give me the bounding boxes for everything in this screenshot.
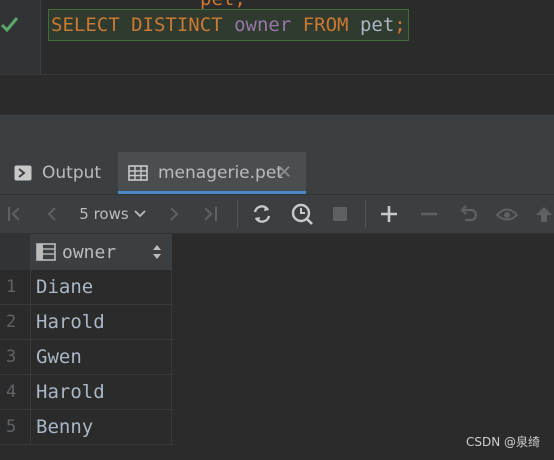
keyword-select: SELECT xyxy=(51,14,120,36)
table-row[interactable]: 1 Diane xyxy=(0,270,173,305)
sql-editor[interactable]: pet; SELECT DISTINCT owner FROM pet; xyxy=(0,0,554,74)
rows-count-label: 5 rows xyxy=(79,205,129,223)
tab-output-label: Output xyxy=(42,163,102,183)
chevron-down-icon xyxy=(134,210,146,218)
toolbar-separator xyxy=(237,200,238,228)
services-panel-header xyxy=(0,114,554,153)
table-row[interactable]: 3 Gwen xyxy=(0,340,173,375)
owner-cell[interactable]: Diane xyxy=(30,270,172,304)
next-page-icon[interactable] xyxy=(164,195,184,233)
preview-icon[interactable] xyxy=(494,195,522,233)
delete-row-icon[interactable] xyxy=(418,195,440,233)
close-tab-icon[interactable]: ✕ xyxy=(277,162,292,183)
keyword-from: FROM xyxy=(302,14,349,36)
semicolon: ; xyxy=(394,14,406,36)
submit-icon[interactable] xyxy=(534,195,554,233)
table-row[interactable]: 4 Harold xyxy=(0,375,173,410)
prev-page-icon[interactable] xyxy=(42,195,62,233)
row-number: 1 xyxy=(6,277,17,297)
owner-cell[interactable]: Harold xyxy=(30,305,172,339)
check-icon xyxy=(0,17,19,33)
editor-gutter xyxy=(0,0,41,74)
table-row[interactable]: 5 Benny xyxy=(0,410,173,445)
toolbar-separator xyxy=(365,200,366,228)
console-icon xyxy=(14,165,32,181)
revert-icon[interactable] xyxy=(456,195,480,233)
reload-icon[interactable] xyxy=(250,195,274,233)
keyword-distinct: DISTINCT xyxy=(131,14,223,36)
page-size-dropdown[interactable]: 5 rows xyxy=(72,195,154,233)
column-identifier: owner xyxy=(234,14,292,36)
table-row[interactable]: 2 Harold xyxy=(0,305,173,340)
row-number: 5 xyxy=(6,417,17,437)
column-icon xyxy=(36,243,56,261)
tab-output[interactable]: Output xyxy=(14,152,101,194)
sql-statement[interactable]: SELECT DISTINCT owner FROM pet; xyxy=(48,9,409,41)
result-toolbar: 5 rows xyxy=(0,195,554,234)
row-number: 2 xyxy=(6,312,17,332)
owner-cell[interactable]: Benny xyxy=(30,410,172,444)
column-header-label: owner xyxy=(62,241,117,263)
editor-empty-area xyxy=(0,74,554,115)
owner-cell[interactable]: Gwen xyxy=(30,340,172,374)
row-number: 3 xyxy=(6,347,17,367)
watermark: CSDN @泉绮 xyxy=(465,435,540,449)
owner-cell[interactable]: Harold xyxy=(30,375,172,409)
row-number-header xyxy=(0,234,30,270)
add-row-icon[interactable] xyxy=(378,195,400,233)
row-number: 4 xyxy=(6,382,17,402)
tab-table-label: menagerie.pet xyxy=(158,163,283,183)
stop-icon[interactable] xyxy=(330,195,350,233)
last-page-icon[interactable] xyxy=(200,195,222,233)
column-header-owner[interactable]: owner xyxy=(30,234,173,270)
first-page-icon[interactable] xyxy=(4,195,24,233)
tab-menagerie-pet[interactable]: menagerie.pet ✕ xyxy=(118,152,306,194)
table-icon xyxy=(128,165,148,181)
table-identifier: pet xyxy=(359,14,395,36)
sort-icon[interactable] xyxy=(152,243,162,261)
result-grid: owner 1 Diane 2 Harold 3 Gwen 4 Harold 5… xyxy=(0,234,554,460)
history-icon[interactable] xyxy=(288,195,316,233)
result-tabs: Output menagerie.pet ✕ xyxy=(0,152,554,195)
